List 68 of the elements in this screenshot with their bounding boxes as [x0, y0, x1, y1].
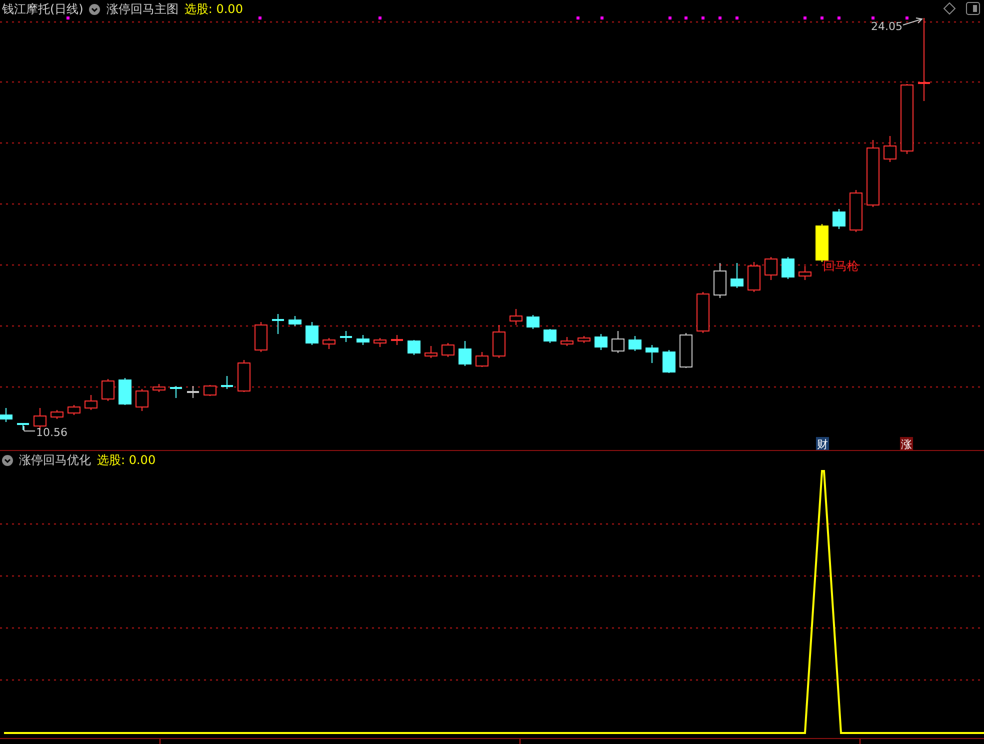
- candlestick: [322, 338, 336, 350]
- candlestick: [187, 386, 199, 398]
- candlestick: [0, 408, 12, 422]
- candlestick: [782, 256, 794, 280]
- candlestick: [17, 422, 29, 430]
- panel-toggle-icon[interactable]: [966, 2, 980, 15]
- candlestick: [662, 350, 676, 374]
- candlestick: [900, 84, 914, 154]
- candlestick: [221, 376, 233, 390]
- candlestick: [424, 346, 438, 358]
- candlestick: [510, 308, 522, 326]
- high-price-label: 24.05: [871, 20, 902, 33]
- candlestick: [680, 332, 692, 368]
- candlestick: [866, 140, 880, 208]
- candlestick: [238, 360, 250, 392]
- candlestick: [696, 292, 710, 334]
- candlestick: [714, 262, 726, 298]
- low-price-label: 10.56: [36, 426, 68, 439]
- candlestick: [560, 336, 574, 346]
- candlestick: [68, 404, 80, 416]
- candlestick: [476, 352, 488, 368]
- select-value: 选股: 0.00: [184, 0, 243, 18]
- candlestick: [578, 336, 590, 344]
- candlestick: [764, 256, 778, 280]
- candlestick: [816, 224, 828, 262]
- candlestick: [458, 340, 472, 366]
- candlestick: [850, 190, 862, 232]
- candlestick: [526, 314, 540, 330]
- select-value: 选股: 0.00: [97, 452, 156, 468]
- candlestick: [628, 336, 642, 352]
- chart-title: 钱江摩托(日线): [2, 0, 84, 18]
- candlestick: [594, 334, 608, 350]
- candlestick: [50, 410, 64, 420]
- candlestick: [408, 340, 420, 356]
- candlestick: [492, 324, 506, 358]
- candlestick: [118, 378, 132, 406]
- candlestick: [544, 328, 556, 344]
- candlestick: [730, 262, 744, 288]
- candlestick: [306, 322, 318, 346]
- indicator-name: 涨停回马主图: [106, 0, 178, 18]
- candlestick: [204, 384, 216, 396]
- candlestick: [288, 316, 302, 326]
- collapse-icon[interactable]: [2, 454, 13, 466]
- candlestick: [798, 266, 812, 280]
- candlestick: [646, 344, 658, 364]
- leader-line: [902, 18, 924, 26]
- candlestick: [374, 338, 386, 348]
- candlestick: [84, 394, 98, 410]
- signal-label: 回马枪: [823, 259, 859, 273]
- candlestick: [442, 342, 454, 358]
- candlestick: [102, 378, 114, 402]
- candlestick: [748, 262, 760, 292]
- candlestick: [356, 334, 370, 346]
- event-marker[interactable]: 涨: [900, 437, 913, 451]
- candlestick: [272, 314, 284, 334]
- candlestick: [391, 334, 403, 346]
- candlestick: [340, 330, 352, 342]
- candlestick: [612, 330, 624, 354]
- indicator-name: 涨停回马优化: [19, 452, 91, 468]
- candlestick: [884, 136, 896, 162]
- event-marker[interactable]: 财: [816, 437, 829, 451]
- candlestick: [832, 208, 846, 230]
- leader-line: [24, 426, 36, 432]
- diamond-icon[interactable]: [943, 2, 956, 15]
- candlestick: [136, 388, 148, 412]
- candlestick: [254, 322, 268, 352]
- candlestick: [170, 386, 182, 398]
- collapse-icon[interactable]: [89, 4, 100, 14]
